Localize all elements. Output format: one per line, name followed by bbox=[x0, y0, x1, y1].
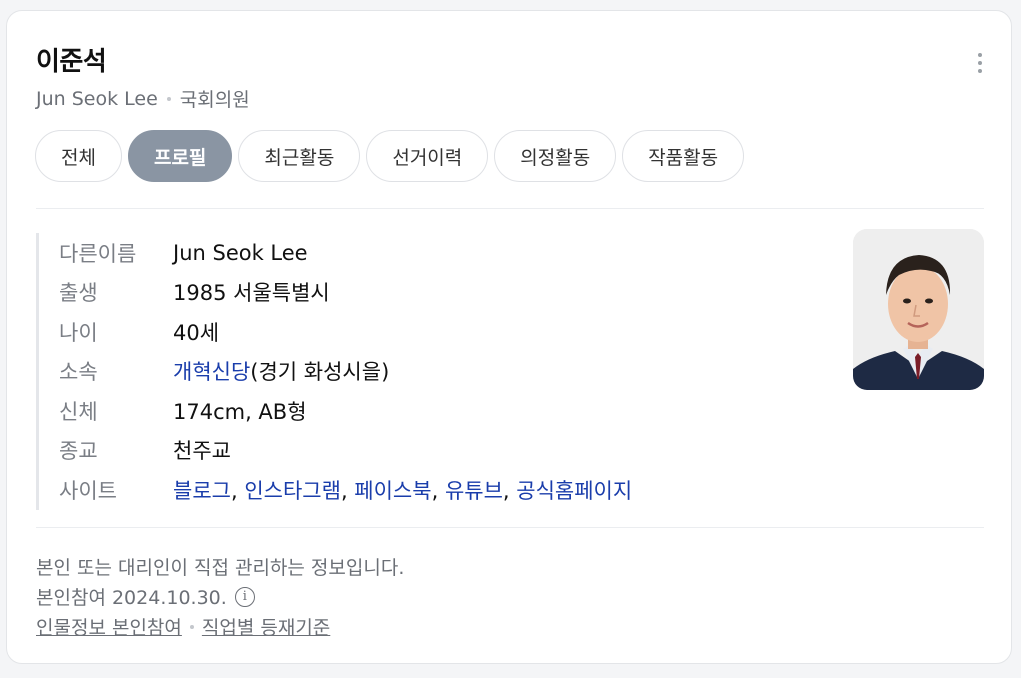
tab-all[interactable]: 전체 bbox=[35, 130, 122, 182]
managed-notice: 본인 또는 대리인이 직접 관리하는 정보입니다. bbox=[36, 557, 405, 579]
person-info-participation-link[interactable]: 인물정보 본인참여 bbox=[36, 613, 182, 640]
tab-election-history[interactable]: 선거이력 bbox=[366, 130, 489, 182]
value-religion: 천주교 bbox=[173, 439, 231, 464]
more-options-icon[interactable] bbox=[975, 51, 985, 75]
info-icon[interactable]: i bbox=[234, 586, 255, 607]
separator-dot bbox=[189, 624, 194, 629]
portrait-image bbox=[853, 229, 984, 390]
site-sep: , bbox=[431, 478, 445, 503]
site-link-instagram[interactable]: 인스타그램 bbox=[244, 479, 341, 503]
value-other-name: Jun Seok Lee bbox=[173, 240, 308, 265]
value-body: 174cm, AB형 bbox=[173, 399, 307, 424]
info-row-age: 나이 40세 bbox=[59, 312, 632, 352]
separator-dot bbox=[166, 96, 171, 101]
profile-info: 다른이름 Jun Seok Lee 출생 1985 서울특별시 나이 40세 소… bbox=[36, 233, 632, 510]
info-row-other-name: 다른이름 Jun Seok Lee bbox=[59, 233, 632, 273]
site-sep: , bbox=[502, 478, 517, 503]
person-subtitle: Jun Seok Lee 국회의원 bbox=[36, 85, 250, 112]
tab-legislative-activity[interactable]: 의정활동 bbox=[494, 130, 617, 182]
label-body: 신체 bbox=[59, 399, 98, 424]
site-sep: , bbox=[230, 478, 245, 503]
value-affiliation: 개혁신당(경기 화성시을) bbox=[173, 356, 389, 386]
info-row-body: 신체 174cm, AB형 bbox=[59, 391, 632, 431]
info-row-birth: 출생 1985 서울특별시 bbox=[59, 273, 632, 313]
party-link[interactable]: 개혁신당 bbox=[173, 360, 250, 384]
participation-info: 본인참여 2024.10.30. i bbox=[36, 583, 255, 610]
site-sep: , bbox=[340, 478, 355, 503]
profile-card: 이준석 Jun Seok Lee 국회의원 전체 프로필 최근활동 선거이력 의… bbox=[6, 10, 1012, 664]
divider-top bbox=[36, 208, 984, 209]
district-text: (경기 화성시을) bbox=[250, 360, 390, 385]
label-affiliation: 소속 bbox=[59, 360, 98, 385]
info-row-sites: 사이트 블로그, 인스타그램, 페이스북, 유튜브, 공식홈페이지 bbox=[59, 470, 632, 510]
value-birth: 1985 서울특별시 bbox=[173, 281, 330, 306]
label-sites: 사이트 bbox=[59, 478, 117, 503]
label-age: 나이 bbox=[59, 320, 98, 345]
tab-recent-activity[interactable]: 최근활동 bbox=[238, 130, 361, 182]
footer-links: 인물정보 본인참여 직업별 등재기준 bbox=[36, 613, 330, 640]
profile-photo[interactable] bbox=[853, 229, 984, 390]
info-row-religion: 종교 천주교 bbox=[59, 431, 632, 471]
participation-date: 본인참여 2024.10.30. bbox=[36, 587, 227, 609]
listing-criteria-link[interactable]: 직업별 등재기준 bbox=[202, 613, 330, 640]
label-religion: 종교 bbox=[59, 439, 98, 464]
tab-profile[interactable]: 프로필 bbox=[127, 130, 233, 182]
value-sites: 블로그, 인스타그램, 페이스북, 유튜브, 공식홈페이지 bbox=[173, 475, 632, 505]
site-link-homepage[interactable]: 공식홈페이지 bbox=[516, 479, 632, 503]
divider-bottom bbox=[36, 527, 984, 528]
site-link-youtube[interactable]: 유튜브 bbox=[445, 479, 503, 503]
info-row-affiliation: 소속 개혁신당(경기 화성시을) bbox=[59, 352, 632, 392]
position-label: 국회의원 bbox=[179, 89, 250, 111]
label-birth: 출생 bbox=[59, 281, 98, 306]
english-name: Jun Seok Lee bbox=[36, 87, 158, 110]
site-link-facebook[interactable]: 페이스북 bbox=[354, 479, 431, 503]
label-other-name: 다른이름 bbox=[59, 241, 137, 266]
value-age: 40세 bbox=[173, 320, 220, 345]
tab-works[interactable]: 작품활동 bbox=[622, 130, 745, 182]
person-name: 이준석 bbox=[36, 47, 107, 77]
tab-bar: 전체 프로필 최근활동 선거이력 의정활동 작품활동 bbox=[35, 130, 745, 182]
site-link-blog[interactable]: 블로그 bbox=[173, 479, 231, 503]
